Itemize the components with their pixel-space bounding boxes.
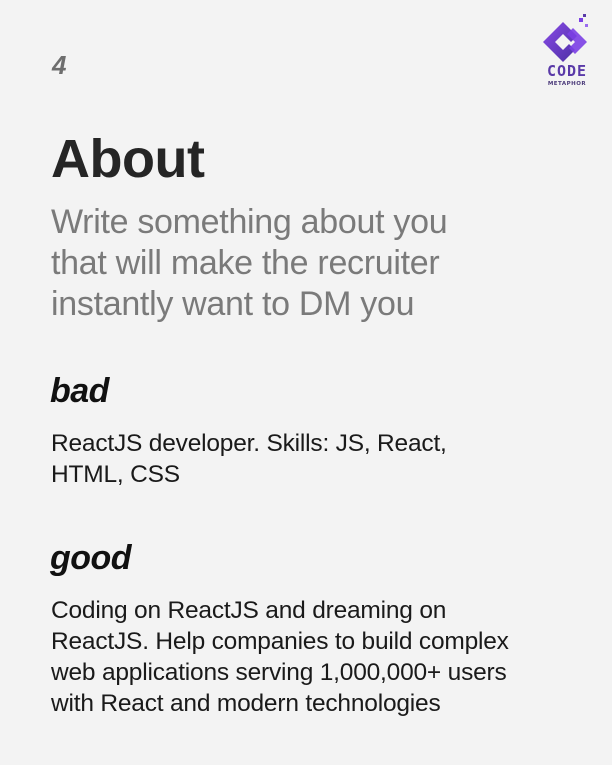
page-number: 4 <box>52 50 67 80</box>
good-example-text: Coding on ReactJS and dreaming on ReactJ… <box>51 595 596 719</box>
good-example-line: with React and modern technologies <box>51 690 441 717</box>
page-title: About <box>51 129 205 189</box>
bad-label: bad <box>50 372 109 410</box>
subtitle: Write something about you that will make… <box>51 202 571 325</box>
logo-wordmark: CODE <box>546 62 588 80</box>
good-example-line: ReactJS. Help companies to build complex <box>51 628 509 655</box>
bad-example-text: ReactJS developer. Skills: JS, React, HT… <box>51 428 551 490</box>
good-example-line: Coding on ReactJS and dreaming on <box>51 597 447 624</box>
logo-tagline: METAPHOR <box>547 81 587 87</box>
subtitle-line: instantly want to DM you <box>51 285 415 323</box>
subtitle-line: Write something about you <box>51 203 448 241</box>
subtitle-line: that will make the recruiter <box>51 244 440 282</box>
good-example-line: web applications serving 1,000,000+ user… <box>51 659 507 686</box>
brand-logo: CODE METAPHOR <box>538 14 596 98</box>
bad-example-line: HTML, CSS <box>51 461 180 488</box>
code-metaphor-logo-icon <box>543 14 588 62</box>
bad-example-line: ReactJS developer. Skills: JS, React, <box>51 430 447 457</box>
good-label: good <box>50 539 132 577</box>
